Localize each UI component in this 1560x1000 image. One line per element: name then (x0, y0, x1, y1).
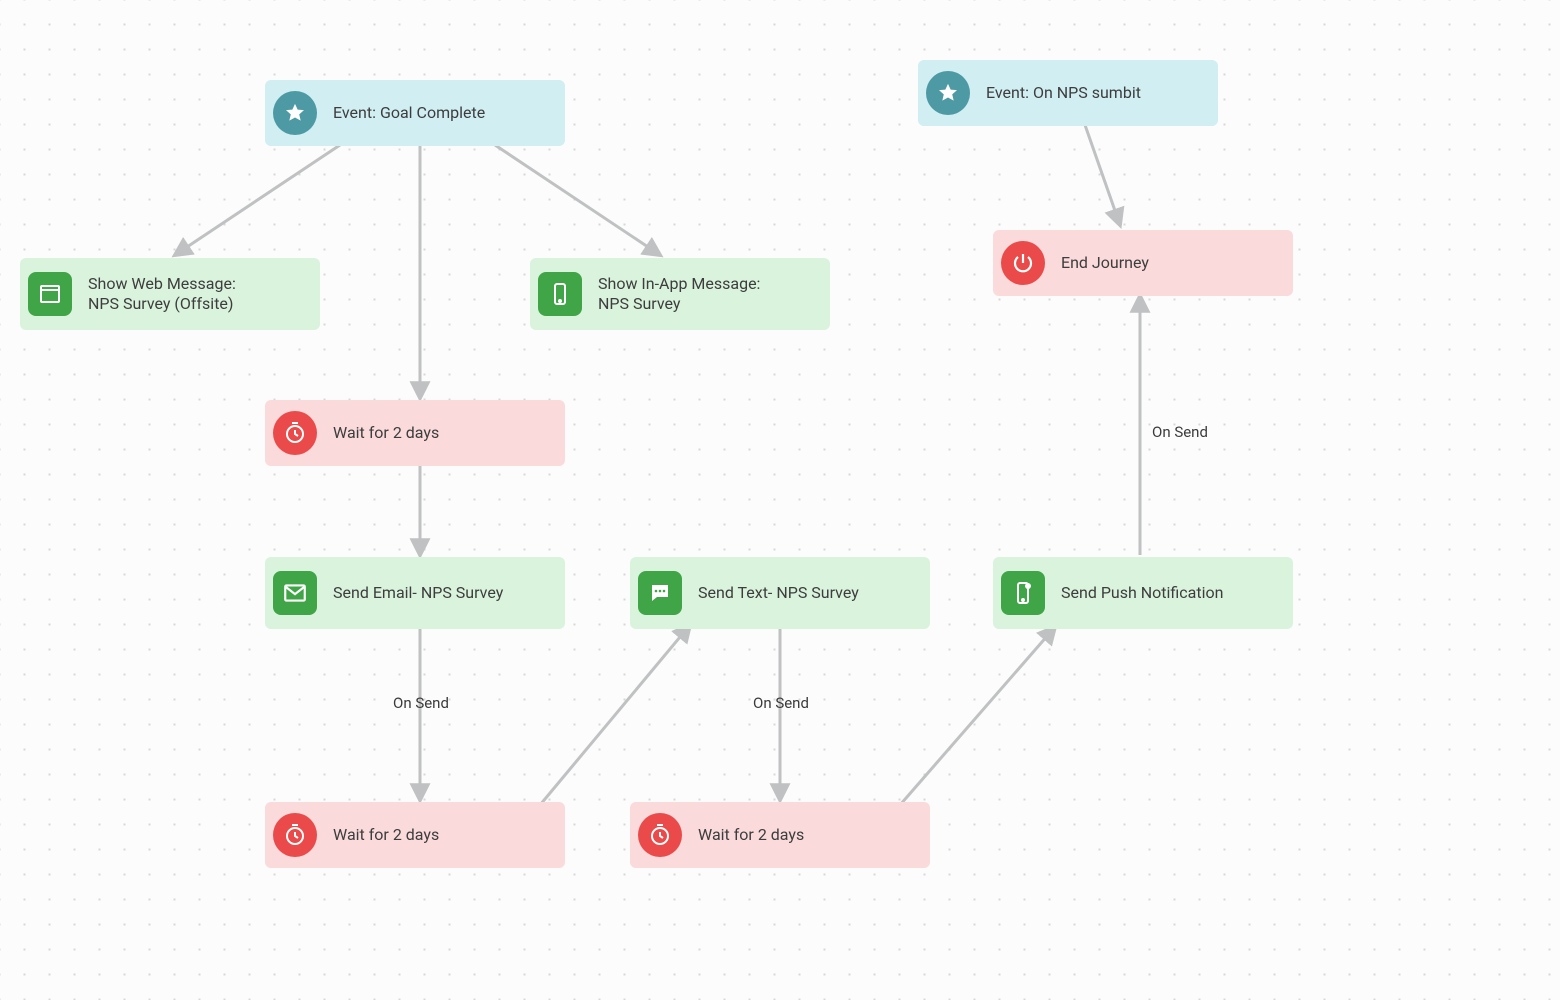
node-label: Send Push Notification (1061, 583, 1223, 603)
node-send-text[interactable]: Send Text- NPS Survey (630, 557, 930, 629)
node-end-journey[interactable]: End Journey (993, 230, 1293, 296)
node-label: Wait for 2 days (333, 423, 439, 443)
node-label: End Journey (1061, 253, 1149, 273)
node-send-push[interactable]: Send Push Notification (993, 557, 1293, 629)
node-label: Show Web Message:NPS Survey (Offsite) (88, 274, 236, 314)
power-icon (1001, 241, 1045, 285)
node-label: Show In-App Message:NPS Survey (598, 274, 760, 314)
clock-icon (273, 411, 317, 455)
star-icon (926, 71, 970, 115)
node-show-in-app-message[interactable]: Show In-App Message:NPS Survey (530, 258, 830, 330)
node-label: Wait for 2 days (333, 825, 439, 845)
node-label: Send Email- NPS Survey (333, 583, 503, 603)
node-label: Wait for 2 days (698, 825, 804, 845)
chat-icon (638, 571, 682, 615)
browser-window-icon (28, 272, 72, 316)
edge-label-on-send-1: On Send (393, 694, 449, 712)
edge-label-on-send-2: On Send (753, 694, 809, 712)
node-wait-1[interactable]: Wait for 2 days (265, 400, 565, 466)
mobile-notification-icon (1001, 571, 1045, 615)
star-icon (273, 91, 317, 135)
edge-label-on-send-3: On Send (1152, 423, 1208, 441)
node-label: Event: On NPS sumbit (986, 83, 1141, 103)
mobile-icon (538, 272, 582, 316)
clock-icon (273, 813, 317, 857)
node-event-goal-complete[interactable]: Event: Goal Complete (265, 80, 565, 146)
envelope-icon (273, 571, 317, 615)
node-send-email[interactable]: Send Email- NPS Survey (265, 557, 565, 629)
node-show-web-message[interactable]: Show Web Message:NPS Survey (Offsite) (20, 258, 320, 330)
node-wait-3[interactable]: Wait for 2 days (630, 802, 930, 868)
node-label: Event: Goal Complete (333, 103, 485, 123)
node-event-nps-submit[interactable]: Event: On NPS sumbit (918, 60, 1218, 126)
clock-icon (638, 813, 682, 857)
node-wait-2[interactable]: Wait for 2 days (265, 802, 565, 868)
node-label: Send Text- NPS Survey (698, 583, 859, 603)
